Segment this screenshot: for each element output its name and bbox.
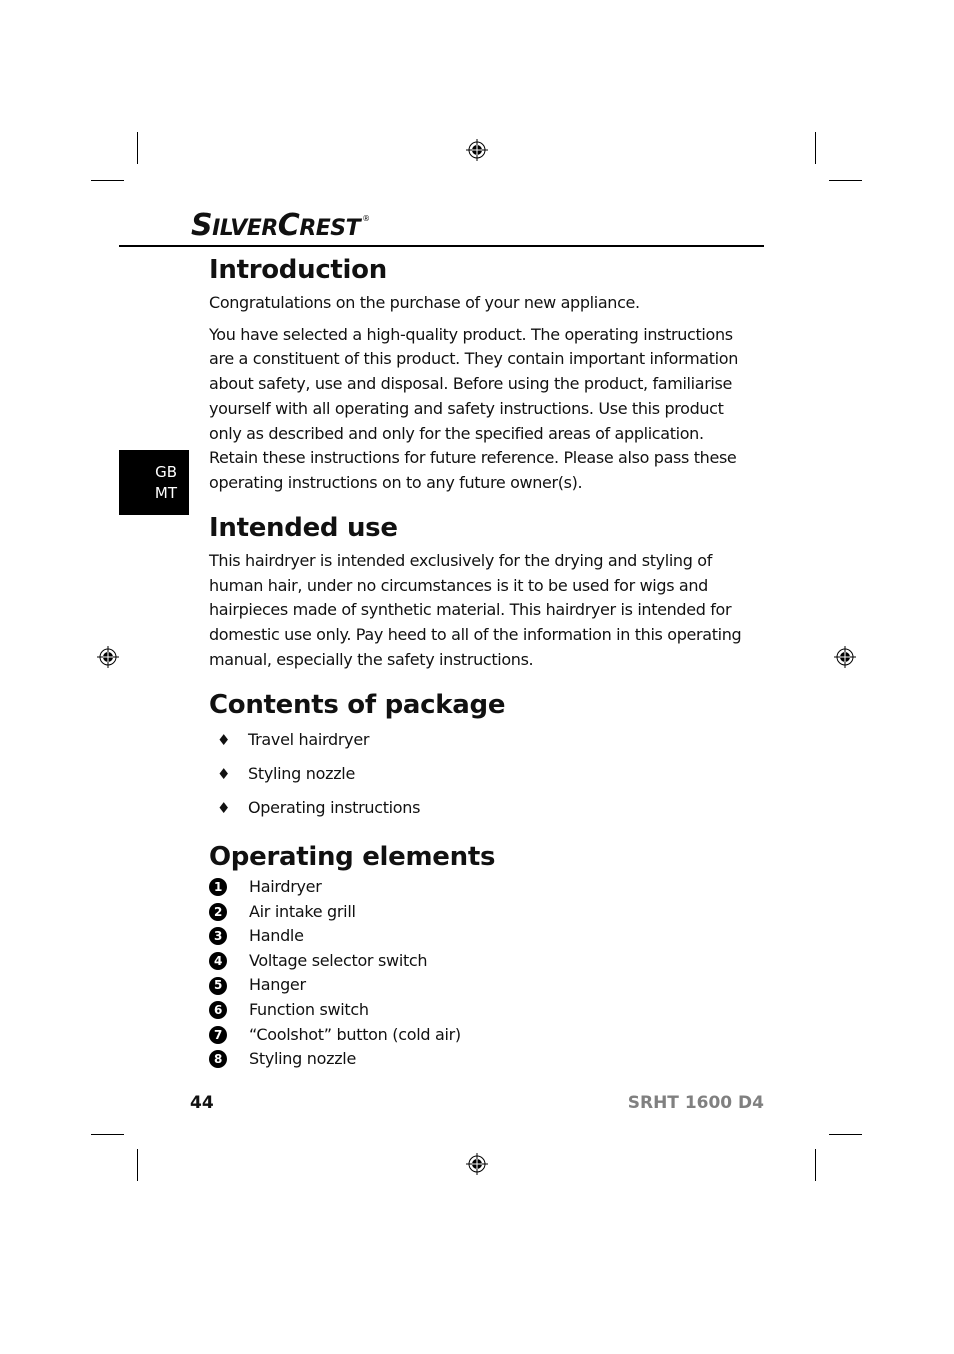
section-intended-use: Intended use This hairdryer is intended … bbox=[209, 511, 754, 673]
list-item-label: Air intake grill bbox=[249, 901, 356, 921]
diamond-bullet-icon: ♦ bbox=[217, 799, 231, 817]
list-item: 6 Function switch bbox=[209, 998, 754, 1023]
list-item-label: Styling nozzle bbox=[248, 764, 355, 783]
crop-mark bbox=[137, 132, 138, 164]
registration-crosshair-icon bbox=[834, 646, 856, 668]
list-item: 5 Hanger bbox=[209, 973, 754, 998]
crop-mark bbox=[829, 1134, 862, 1135]
logo-text: ILVER bbox=[212, 216, 278, 241]
contents-list: ♦ Travel hairdryer ♦ Styling nozzle ♦ Opera… bbox=[209, 723, 754, 825]
registered-mark: ® bbox=[362, 214, 370, 223]
brand-logo: SILVERCREST ® bbox=[191, 208, 370, 243]
list-item-label: Handle bbox=[249, 926, 304, 946]
number-badge-icon: 5 bbox=[209, 976, 227, 995]
paragraph: Congratulations on the purchase of your … bbox=[209, 293, 640, 312]
language-code: MT bbox=[154, 484, 177, 502]
list-item: 7 “Coolshot” button (cold air) bbox=[209, 1023, 754, 1048]
section-title: Intended use bbox=[209, 513, 398, 543]
list-item-label: Hairdryer bbox=[249, 877, 322, 896]
logo-text: REST bbox=[299, 216, 361, 241]
number-badge-icon: 3 bbox=[209, 927, 227, 946]
crop-mark bbox=[829, 180, 862, 181]
section-contents-of-package: Contents of package ♦ Travel hairdryer ♦ S… bbox=[209, 688, 754, 825]
number-badge-icon: 4 bbox=[209, 952, 227, 971]
number-badge-icon: 7 bbox=[209, 1025, 227, 1044]
registration-crosshair-icon bbox=[466, 1153, 488, 1175]
list-item-label: Voltage selector switch bbox=[249, 950, 428, 970]
number-badge-icon: 6 bbox=[209, 1001, 227, 1020]
crop-mark bbox=[815, 132, 816, 164]
list-item: ♦ Travel hairdryer bbox=[209, 723, 754, 757]
list-item: 3 Handle bbox=[209, 924, 754, 949]
list-item: 2 Air intake grill bbox=[209, 900, 754, 925]
list-item-label: Operating instructions bbox=[248, 798, 421, 817]
list-item-label: Hanger bbox=[249, 975, 306, 995]
header-rule bbox=[119, 245, 764, 247]
crop-mark bbox=[91, 1134, 124, 1135]
section-introduction: Introduction Congratulations on the purc… bbox=[209, 253, 754, 496]
list-item: 8 Styling nozzle bbox=[209, 1047, 754, 1072]
page-number: 44 bbox=[190, 1093, 214, 1113]
number-badge-icon: 2 bbox=[209, 902, 227, 921]
crop-mark bbox=[91, 180, 124, 181]
diamond-bullet-icon: ♦ bbox=[217, 731, 231, 749]
paragraph: This hairdryer is intended exclusively f… bbox=[209, 551, 742, 669]
section-operating-elements: Operating elements 1 Hairdryer 2 Air intak… bbox=[209, 840, 754, 1072]
list-item: 1 Hairdryer bbox=[209, 875, 754, 900]
paragraph: You have selected a high-quality product… bbox=[209, 324, 739, 492]
number-badge-icon: 1 bbox=[209, 878, 227, 897]
language-tab: GB MT bbox=[119, 450, 189, 515]
number-badge-icon: 8 bbox=[209, 1050, 227, 1069]
list-item-label: Travel hairdryer bbox=[248, 730, 370, 749]
crop-mark bbox=[815, 1149, 816, 1181]
logo-text: S bbox=[191, 208, 213, 243]
section-title: Operating elements bbox=[209, 842, 496, 872]
list-item: ♦ Styling nozzle bbox=[209, 757, 754, 791]
diamond-bullet-icon: ♦ bbox=[217, 765, 231, 783]
section-title: Contents of package bbox=[209, 690, 506, 720]
list-item: ♦ Operating instructions bbox=[209, 791, 754, 825]
list-item-label: “Coolshot” button (cold air) bbox=[249, 1024, 461, 1044]
list-item-label: Function switch bbox=[249, 999, 369, 1019]
logo-text: C bbox=[277, 208, 300, 243]
model-number: SRHT 1600 D4 bbox=[627, 1093, 764, 1113]
registration-crosshair-icon bbox=[97, 646, 119, 668]
operating-elements-list: 1 Hairdryer 2 Air intake grill 3 Handle 4 Vo… bbox=[209, 875, 754, 1072]
list-item: 4 Voltage selector switch bbox=[209, 949, 754, 974]
crop-mark bbox=[137, 1149, 138, 1181]
registration-crosshair-icon bbox=[466, 139, 488, 161]
section-title: Introduction bbox=[209, 255, 387, 285]
language-code: GB bbox=[155, 463, 177, 481]
list-item-label: Styling nozzle bbox=[249, 1049, 356, 1069]
